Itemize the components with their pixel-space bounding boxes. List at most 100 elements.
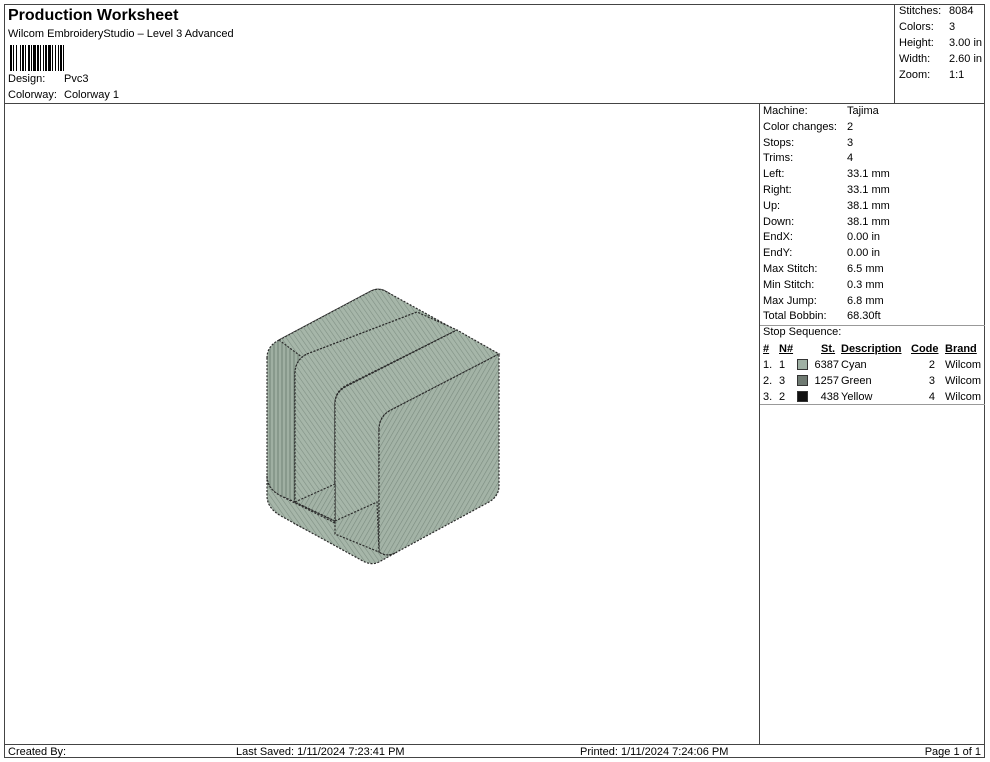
machine-row: Max Jump: 6.8 mm — [763, 295, 884, 307]
stop-row: 1. 1 6387 Cyan 2 Wilcom — [763, 359, 985, 375]
design-preview — [5, 104, 759, 744]
machine-row: Max Stitch: 6.5 mm — [763, 263, 884, 275]
machine-row-value: 38.1 mm — [847, 199, 890, 212]
machine-row: Min Stitch: 0.3 mm — [763, 279, 884, 291]
machine-row-value: 2 — [847, 120, 854, 133]
zoom-row: Zoom: 1:1 — [899, 69, 964, 81]
machine-row-label: Color changes: — [763, 120, 837, 133]
col-num: # — [763, 343, 770, 355]
stop-description: Green — [841, 375, 872, 387]
page-number: Page 1 of 1 — [924, 746, 981, 758]
machine-row-value: 6.8 mm — [847, 294, 884, 307]
printed-date: Printed: 1/11/2024 7:24:06 PM — [580, 746, 729, 758]
stop-sequence-title: Stop Sequence: — [763, 326, 842, 338]
machine-row-value: 0.00 in — [847, 247, 881, 260]
machine-row: Up: 38.1 mm — [763, 200, 890, 212]
color-swatch — [797, 359, 808, 372]
col-st: St. — [821, 343, 836, 355]
stop-description: Cyan — [841, 359, 867, 371]
machine-row: Stops: 3 — [763, 137, 853, 149]
stop-brand: Wilcom — [945, 359, 982, 371]
colors-row: Colors: 3 — [899, 21, 955, 33]
table-bottom-divider — [760, 404, 985, 405]
height-value: 3.00 in — [949, 37, 983, 49]
colorway-value: Colorway 1 — [64, 89, 120, 101]
design-label: Design: — [8, 73, 46, 85]
machine-row-label: Right: — [763, 184, 792, 196]
machine-row-label: Trims: — [763, 152, 794, 165]
design-value: Pvc3 — [64, 73, 89, 85]
machine-row: Left: 33.1 mm — [763, 168, 890, 180]
stop-brand: Wilcom — [945, 375, 982, 387]
machine-row-label: Down: — [763, 215, 795, 228]
width-row: Width: 2.60 in — [899, 53, 982, 65]
machine-row: Right: 33.1 mm — [763, 184, 890, 196]
footer: Created By: Last Saved: 1/11/2024 7:23:4… — [4, 744, 985, 759]
stop-needle: 3 — [779, 375, 786, 387]
machine-row-label: EndX: — [763, 231, 793, 244]
col-description: Description — [841, 343, 902, 355]
col-code: Code — [911, 343, 939, 355]
stop-sequence-table: # N# St. Description Code Brand 1. 1 6387 C… — [763, 343, 985, 407]
machine-panel: Machine: Tajima Color changes: 2 Stops: 3 Trim… — [759, 104, 985, 744]
machine-row-value: 4 — [847, 152, 854, 165]
color-swatch — [797, 375, 808, 388]
stop-stitches: 438 — [820, 391, 839, 403]
color-swatch — [797, 391, 808, 404]
machine-row: EndY: 0.00 in — [763, 247, 880, 259]
stop-needle: 2 — [779, 391, 786, 403]
machine-row-value: 33.1 mm — [847, 168, 890, 181]
stop-table-header: # N# St. Description Code Brand — [763, 343, 985, 359]
stop-stitches: 6387 — [814, 359, 839, 371]
colorway-label: Colorway: — [8, 89, 57, 101]
swatch-box — [797, 391, 808, 402]
stop-code: 2 — [928, 359, 935, 371]
machine-row-value: 33.1 mm — [847, 184, 890, 196]
stop-description: Yellow — [841, 391, 873, 403]
stop-brand: Wilcom — [945, 391, 982, 403]
stitches-label: Stitches: — [899, 5, 942, 17]
machine-row: EndX: 0.00 in — [763, 231, 880, 243]
stop-num: 2. — [763, 375, 773, 387]
zoom-value: 1:1 — [949, 69, 965, 81]
page-title: Production Worksheet — [8, 7, 179, 24]
width-label: Width: — [899, 53, 931, 65]
machine-row-label: Stops: — [763, 136, 795, 149]
height-row: Height: 3.00 in — [899, 37, 982, 49]
machine-row-label: Up: — [763, 199, 781, 212]
machine-row-value: 68.30ft — [847, 310, 881, 323]
created-by: Created By: — [8, 746, 67, 758]
machine-row: Machine: Tajima — [763, 105, 879, 117]
stop-num: 3. — [763, 391, 773, 403]
col-brand: Brand — [945, 343, 977, 355]
stop-num: 1. — [763, 359, 773, 371]
software-name: Wilcom EmbroideryStudio – Level 3 Advanc… — [8, 28, 234, 40]
stitches-value: 8084 — [949, 5, 974, 17]
machine-row-value: 0.00 in — [847, 231, 881, 244]
machine-row-label: Min Stitch: — [763, 278, 815, 291]
colors-value: 3 — [949, 21, 956, 33]
stop-stitches: 1257 — [814, 375, 839, 387]
machine-row-label: Total Bobbin: — [763, 310, 827, 323]
swatch-box — [797, 359, 808, 370]
machine-row: Total Bobbin: 68.30ft — [763, 310, 881, 322]
machine-row: Color changes: 2 — [763, 121, 853, 133]
zoom-label: Zoom: — [899, 69, 931, 81]
machine-row-value: 38.1 mm — [847, 215, 890, 228]
colorway-row: Colorway: Colorway 1 — [8, 89, 119, 101]
machine-row-label: Max Jump: — [763, 294, 817, 307]
machine-row: Trims: 4 — [763, 152, 853, 164]
machine-row-value: 0.3 mm — [847, 278, 884, 291]
machine-row-label: Machine: — [763, 105, 808, 117]
embroidery-design — [266, 288, 501, 565]
design-row: Design: Pvc3 — [8, 73, 88, 85]
summary-panel: Stitches: 8084 Colors: 3 Height: 3.00 in Wi… — [894, 4, 985, 104]
stitches-row: Stitches: 8084 — [899, 5, 973, 17]
width-value: 2.60 in — [949, 53, 983, 65]
barcode — [10, 45, 90, 71]
worksheet-header: Production Worksheet Wilcom EmbroiderySt… — [4, 4, 895, 104]
height-label: Height: — [899, 37, 934, 49]
col-n: N# — [779, 343, 794, 355]
stop-code: 3 — [928, 375, 935, 387]
machine-row-value: 6.5 mm — [847, 263, 884, 275]
